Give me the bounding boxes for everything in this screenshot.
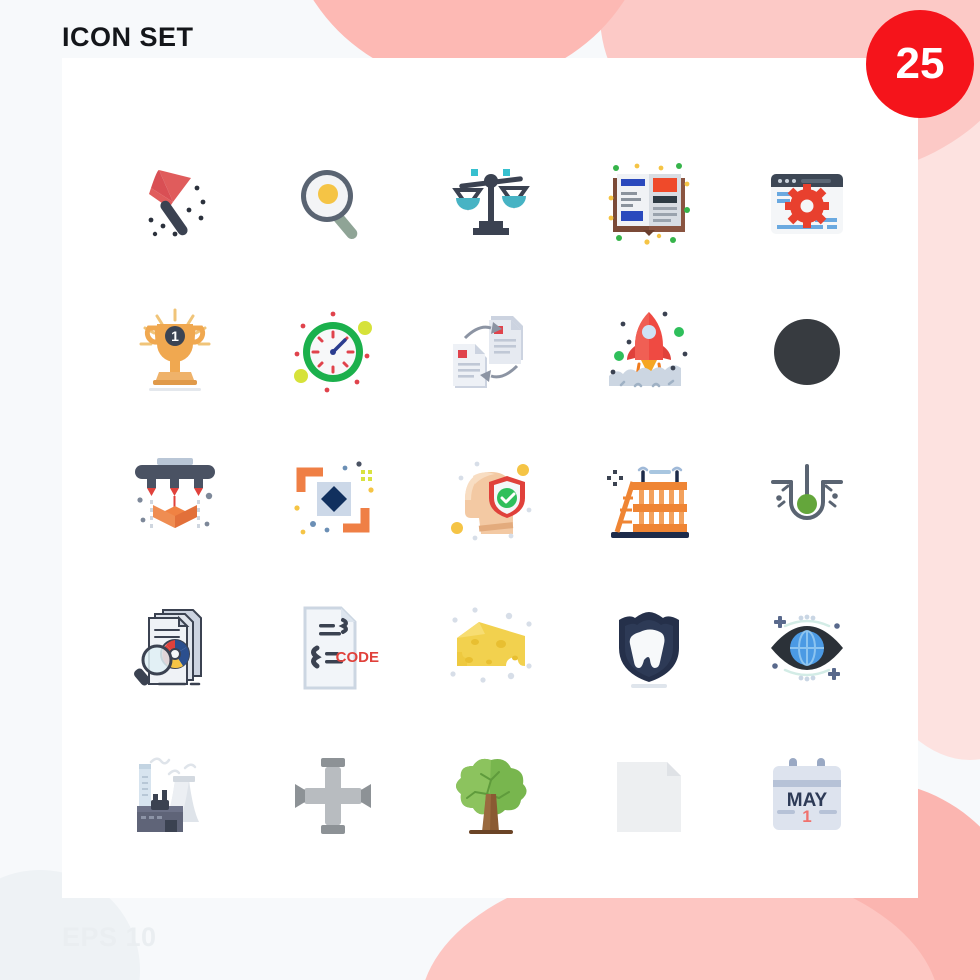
trophy-rank-text: 1 — [171, 328, 179, 344]
cross-wrench-icon — [295, 758, 371, 834]
document-analysis-icon — [134, 609, 202, 686]
code-file-icon: CODE — [303, 606, 379, 690]
icon-cell-4[interactable] — [570, 130, 728, 278]
icon-cell-14[interactable] — [570, 426, 728, 574]
cheese-icon — [450, 607, 532, 683]
page-title: ICON SET — [62, 22, 194, 52]
icon-cell-2[interactable] — [254, 130, 412, 278]
eps-version-label: EPS 10 — [62, 922, 157, 952]
icon-cell-21[interactable] — [96, 722, 254, 870]
icon-cell-6[interactable]: 1 — [96, 278, 254, 426]
screenshot-root: ICON SET 25 EPS 10 1 CODE MAY 1 — [0, 0, 980, 980]
file-transfer-sync-icon — [453, 316, 523, 388]
blank-document-icon — [617, 762, 681, 832]
open-book-magazine-icon — [608, 163, 690, 245]
trophy-first-place-icon: 1 — [139, 308, 211, 391]
icon-cell-3[interactable] — [412, 130, 570, 278]
calendar-day-text: 1 — [802, 807, 811, 826]
icon-cell-1[interactable] — [96, 130, 254, 278]
icon-cell-8[interactable] — [412, 278, 570, 426]
icon-cell-17[interactable]: CODE — [254, 574, 412, 722]
icon-cell-15[interactable] — [728, 426, 886, 574]
icon-count-badge: 25 — [866, 10, 974, 118]
icon-cell-16[interactable] — [96, 574, 254, 722]
icon-cell-11[interactable] — [96, 426, 254, 574]
factory-power-plant-icon — [137, 757, 199, 832]
tree-icon — [456, 758, 527, 834]
icon-cell-7[interactable] — [254, 278, 412, 426]
calendar-icon: MAY 1 — [773, 758, 841, 830]
scaffolding-construction-icon — [607, 466, 689, 538]
clock-icon — [294, 311, 372, 393]
rocket-launch-icon — [609, 311, 688, 388]
code-file-label: CODE — [336, 649, 379, 666]
icon-cell-19[interactable] — [570, 574, 728, 722]
icon-cell-25[interactable]: MAY 1 — [728, 722, 886, 870]
icon-cell-18[interactable] — [412, 574, 570, 722]
head-security-shield-icon — [451, 461, 532, 541]
icon-grid: 1 CODE MAY 1 — [96, 130, 886, 870]
icon-count-value: 25 — [895, 39, 945, 88]
dental-shield-icon — [619, 612, 679, 688]
plunger-magic-wand-icon — [148, 170, 206, 237]
icon-cell-9[interactable] — [570, 278, 728, 426]
icon-cell-22[interactable] — [254, 722, 412, 870]
3d-printer-cube-icon — [135, 458, 215, 528]
icon-cell-24[interactable] — [570, 722, 728, 870]
icon-cell-10[interactable] — [728, 278, 886, 426]
scan-frame-diamond-icon — [294, 461, 374, 535]
icon-cell-20[interactable] — [728, 574, 886, 722]
filled-circle-icon — [774, 319, 840, 385]
icon-cell-5[interactable] — [728, 130, 886, 278]
icon-cell-13[interactable] — [412, 426, 570, 574]
lightbulb-idea-icon — [771, 464, 843, 520]
icon-cell-23[interactable] — [412, 722, 570, 870]
eye-globe-vision-icon — [771, 614, 843, 682]
frying-pan-egg-icon — [301, 170, 358, 239]
icon-cell-12[interactable] — [254, 426, 412, 574]
browser-settings-gear-icon — [771, 174, 843, 234]
balance-scales-icon — [452, 169, 530, 235]
